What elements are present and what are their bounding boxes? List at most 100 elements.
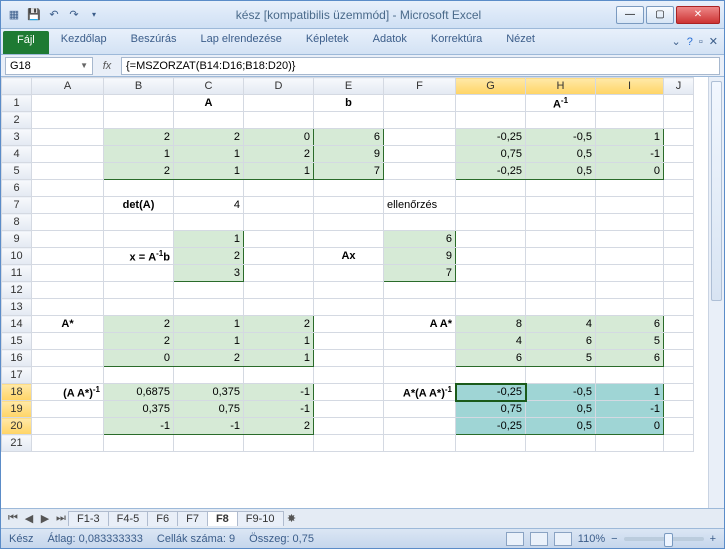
cell[interactable]: 6 bbox=[596, 316, 664, 333]
close-button[interactable]: ✕ bbox=[676, 6, 720, 24]
col-header[interactable]: D bbox=[244, 78, 314, 95]
col-header[interactable]: F bbox=[384, 78, 456, 95]
cell[interactable]: 5 bbox=[526, 350, 596, 367]
cell[interactable]: (A A*)-1 bbox=[32, 384, 104, 401]
cell[interactable]: A bbox=[174, 95, 244, 112]
active-cell[interactable]: -0,25 bbox=[456, 384, 526, 401]
row-header[interactable]: 16 bbox=[2, 350, 32, 367]
col-header[interactable]: J bbox=[664, 78, 694, 95]
cell[interactable]: 2 bbox=[104, 129, 174, 146]
cell[interactable]: -1 bbox=[104, 418, 174, 435]
window-restore-icon[interactable]: ▫ bbox=[699, 36, 703, 48]
sheet-tab[interactable]: F6 bbox=[147, 511, 178, 526]
view-break-button[interactable] bbox=[554, 532, 572, 546]
cell[interactable]: 0 bbox=[244, 129, 314, 146]
cell[interactable]: ellenőrzés bbox=[384, 197, 456, 214]
view-layout-button[interactable] bbox=[530, 532, 548, 546]
col-header[interactable]: G bbox=[456, 78, 526, 95]
tab-data[interactable]: Adatok bbox=[361, 29, 419, 54]
cell[interactable]: 2 bbox=[104, 333, 174, 350]
cell[interactable]: -1 bbox=[244, 384, 314, 401]
cell[interactable]: 1 bbox=[174, 231, 244, 248]
save-icon[interactable]: 💾 bbox=[25, 6, 43, 24]
cell[interactable]: 2 bbox=[174, 129, 244, 146]
cell[interactable]: 0 bbox=[104, 350, 174, 367]
row-header[interactable]: 17 bbox=[2, 367, 32, 384]
zoom-level[interactable]: 110% bbox=[578, 533, 605, 545]
cell[interactable]: 1 bbox=[174, 316, 244, 333]
cell[interactable]: -0,25 bbox=[456, 129, 526, 146]
name-box[interactable]: G18 ▼ bbox=[5, 57, 93, 75]
cell[interactable]: 1 bbox=[104, 146, 174, 163]
cell[interactable]: 1 bbox=[244, 350, 314, 367]
row-header[interactable]: 1 bbox=[2, 95, 32, 112]
view-normal-button[interactable] bbox=[506, 532, 524, 546]
cell[interactable]: b bbox=[314, 95, 384, 112]
row-header[interactable]: 15 bbox=[2, 333, 32, 350]
row-header[interactable]: 5 bbox=[2, 163, 32, 180]
row-header[interactable]: 4 bbox=[2, 146, 32, 163]
cell[interactable]: det(A) bbox=[104, 197, 174, 214]
cell[interactable]: 8 bbox=[456, 316, 526, 333]
row-header[interactable]: 13 bbox=[2, 299, 32, 316]
cell[interactable]: 6 bbox=[314, 129, 384, 146]
cell[interactable]: 6 bbox=[384, 231, 456, 248]
tab-view[interactable]: Nézet bbox=[494, 29, 547, 54]
cell[interactable]: 1 bbox=[596, 129, 664, 146]
cell[interactable]: 0,5 bbox=[526, 418, 596, 435]
col-header[interactable]: A bbox=[32, 78, 104, 95]
sheet-tab-active[interactable]: F8 bbox=[207, 511, 238, 526]
minimize-button[interactable]: — bbox=[616, 6, 644, 24]
sheet-tab[interactable]: F7 bbox=[177, 511, 208, 526]
cell[interactable]: 6 bbox=[596, 350, 664, 367]
cell[interactable]: 0,75 bbox=[174, 401, 244, 418]
cell[interactable]: 2 bbox=[174, 248, 244, 265]
vertical-scrollbar[interactable] bbox=[708, 77, 724, 508]
tab-review[interactable]: Korrektúra bbox=[419, 29, 494, 54]
cell[interactable]: 0,5 bbox=[526, 163, 596, 180]
cell[interactable]: 0,75 bbox=[456, 401, 526, 418]
tab-insert[interactable]: Beszúrás bbox=[119, 29, 189, 54]
first-sheet-icon[interactable]: ⏮ bbox=[5, 512, 21, 525]
row-header[interactable]: 2 bbox=[2, 112, 32, 129]
cell[interactable]: 2 bbox=[244, 146, 314, 163]
zoom-in-button[interactable]: + bbox=[710, 533, 716, 545]
cell[interactable]: -0,25 bbox=[456, 163, 526, 180]
cell[interactable]: A*(A A*)-1 bbox=[384, 384, 456, 401]
row-header[interactable]: 8 bbox=[2, 214, 32, 231]
zoom-slider[interactable] bbox=[624, 537, 704, 541]
cell[interactable]: 2 bbox=[244, 316, 314, 333]
row-header[interactable]: 20 bbox=[2, 418, 32, 435]
cell[interactable]: 0,375 bbox=[104, 401, 174, 418]
minimize-ribbon-icon[interactable]: ⌄ bbox=[672, 35, 681, 48]
cell[interactable]: 0 bbox=[596, 163, 664, 180]
row-header[interactable]: 12 bbox=[2, 282, 32, 299]
formula-input[interactable]: {=MSZORZAT(B14:D16;B18:D20)} bbox=[121, 57, 720, 75]
cell[interactable]: 1 bbox=[174, 146, 244, 163]
col-header[interactable]: I bbox=[596, 78, 664, 95]
col-header[interactable]: C bbox=[174, 78, 244, 95]
row-header[interactable]: 9 bbox=[2, 231, 32, 248]
zoom-out-button[interactable]: − bbox=[611, 533, 617, 545]
maximize-button[interactable]: ▢ bbox=[646, 6, 674, 24]
row-header[interactable]: 14 bbox=[2, 316, 32, 333]
row-header[interactable]: 21 bbox=[2, 435, 32, 452]
next-sheet-icon[interactable]: ▶ bbox=[37, 512, 53, 525]
cell[interactable]: -1 bbox=[596, 401, 664, 418]
sheet-tab[interactable]: F4-5 bbox=[108, 511, 149, 526]
cell[interactable]: 2 bbox=[104, 316, 174, 333]
file-tab[interactable]: Fájl bbox=[3, 31, 49, 54]
cell[interactable]: 0 bbox=[596, 418, 664, 435]
cell[interactable]: 1 bbox=[244, 333, 314, 350]
cell[interactable]: 1 bbox=[174, 163, 244, 180]
name-box-dropdown-icon[interactable]: ▼ bbox=[80, 61, 88, 70]
col-header[interactable]: E bbox=[314, 78, 384, 95]
cell[interactable]: -1 bbox=[596, 146, 664, 163]
cell[interactable]: 9 bbox=[384, 248, 456, 265]
undo-icon[interactable]: ↶ bbox=[45, 6, 63, 24]
cell[interactable]: A A* bbox=[384, 316, 456, 333]
col-header[interactable]: B bbox=[104, 78, 174, 95]
cell[interactable]: 6 bbox=[456, 350, 526, 367]
cell[interactable]: -0,5 bbox=[526, 384, 596, 401]
row-header[interactable]: 19 bbox=[2, 401, 32, 418]
